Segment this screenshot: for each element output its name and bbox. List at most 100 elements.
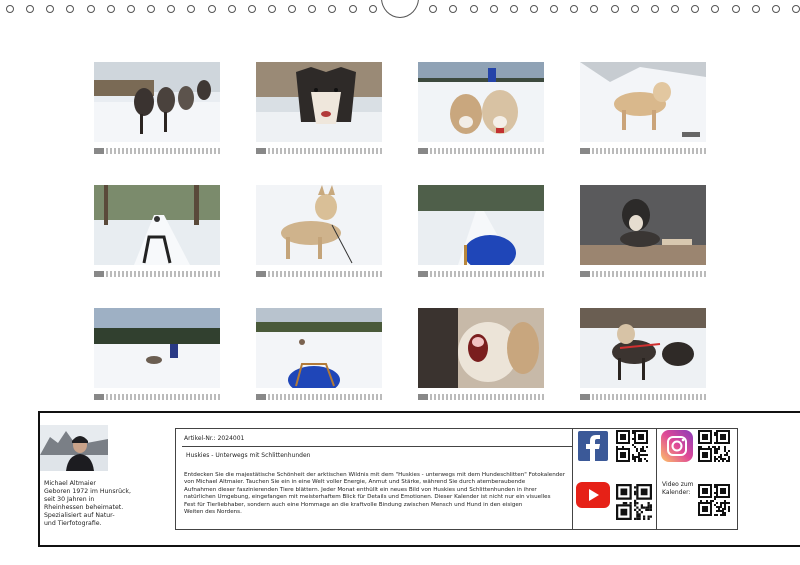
description-line: Weiten des Nordens. [184,509,242,516]
author-bio-line: Michael Altmaier [44,480,96,487]
binding-ring [429,5,438,13]
thumbnail-month-3[interactable] [418,62,544,154]
binding-ring [590,5,599,13]
article-number: Artikel-Nr.: 2024001 [184,435,245,442]
binding-ring [731,5,740,13]
thumbnail-caption-bar [256,394,382,400]
thumbnail-caption-bar [256,148,382,154]
author-photo [40,425,108,471]
instagram-qr-code[interactable] [698,430,730,462]
binding-ring [86,5,95,13]
binding-ring [126,5,135,13]
binding-ring [650,5,659,13]
youtube-icon[interactable] [576,482,610,508]
binding-ring [771,5,780,13]
binding-ring [227,5,236,13]
video-qr-code[interactable] [698,484,730,516]
thumbnail-photo [94,185,220,265]
thumbnail-caption-bar [256,271,382,277]
thumbnail-month-10[interactable] [256,308,382,400]
thumbnail-month-11[interactable] [418,308,544,400]
thumbnail-caption-bar [418,271,544,277]
author-bio-line: und Tierfotografie. [44,520,102,527]
thumbnail-month-1[interactable] [94,62,220,154]
binding-ring [147,5,156,13]
binding-ring [691,5,700,13]
thumbnail-caption-bar [94,394,220,400]
binding-ring [46,5,55,13]
binding-ring [6,5,14,13]
binding-ring [66,5,75,13]
thumbnail-caption-bar [94,148,220,154]
thumbnail-photo [256,62,382,142]
facebook-icon[interactable] [578,431,608,461]
binding-ring [308,5,317,13]
binding-ring [570,5,579,13]
binding-ring [268,5,276,13]
thumbnail-caption-bar [418,394,544,400]
article-divider [182,446,572,447]
instagram-icon[interactable] [661,430,693,462]
thumbnail-month-12[interactable] [580,308,706,400]
article-title: Huskies - Unterwegs mit Schlittenhunden [186,452,311,459]
video-label-line: Video zum [662,481,694,488]
description-line: Entdecken Sie die majestätische Schönhei… [184,472,566,478]
video-label-line: Kalender: [662,489,691,496]
article-box: Artikel-Nr.: 2024001 Huskies - Unterwegs… [175,428,573,530]
thumbnail-photo [94,308,220,388]
binding-ring [469,5,478,13]
thumbnail-photo [256,308,382,394]
binding-ring [711,5,720,13]
description-line: von Michael Altmaier. Tauchen Sie ein in… [184,479,526,486]
thumbnail-caption-bar [94,271,220,277]
author-bio-line: Geboren 1972 im Hunsrück, [44,488,131,495]
thumbnail-photo [580,308,706,388]
thumbnail-photo [580,62,706,142]
binding-ring [550,5,559,13]
binding-ring [610,5,619,13]
thumbnail-month-5[interactable] [94,185,220,277]
author-bio-line: Rheinhessen beheimatet. [44,504,124,511]
thumbnail-month-7[interactable] [418,185,544,277]
binding-ring [187,5,196,13]
thumbnail-month-6[interactable] [256,185,382,277]
binding-ring [247,5,256,13]
article-description: Entdecken Sie die majestätische Schönhei… [184,472,566,516]
description-line: natürlichen Umgebung, eingefangen mit me… [184,494,551,501]
binding-ring [288,5,297,13]
thumbnail-month-2[interactable] [256,62,382,154]
youtube-qr-code[interactable] [616,484,652,520]
thumbnail-photo [580,185,706,265]
binding-ring [530,5,538,13]
thumbnail-month-8[interactable] [580,185,706,277]
thumbnail-caption-bar [580,148,706,154]
thumbnail-photo [94,62,220,142]
video-label: Video zum Kalender: [662,481,694,497]
binding-ring [509,5,518,13]
binding-ring [106,5,115,13]
binding-ring [449,5,458,13]
binding-ring [792,5,800,13]
binding-ring [630,5,639,13]
binding-ring [167,5,176,13]
thumbnail-photo [418,62,544,142]
thumbnail-photo [418,308,544,388]
thumbnail-caption-bar [418,148,544,154]
binding-ring [368,5,377,13]
thumbnail-month-4[interactable] [580,62,706,154]
social-divider [656,428,657,530]
binding-ring [751,5,760,13]
thumbnail-month-9[interactable] [94,308,220,400]
facebook-qr-code[interactable] [616,430,648,462]
thumbnail-caption-bar [580,394,706,400]
author-bio-line: Spezialisiert auf Natur- [44,512,115,519]
binding-ring [26,5,35,13]
description-line: Aufnahmen dieser faszinierenden Tiere bl… [184,486,537,493]
description-line: Fest für Tierliebhaber, sondern auch ein… [184,501,523,508]
binding-ring [489,5,498,13]
binding-ring [348,5,357,13]
thumbnail-photo [256,185,382,265]
author-bio-line: seit 30 Jahren in [44,496,95,503]
binding-ring [328,5,337,13]
author-bio: Michael Altmaier Geboren 1972 im Hunsrüc… [44,480,154,528]
